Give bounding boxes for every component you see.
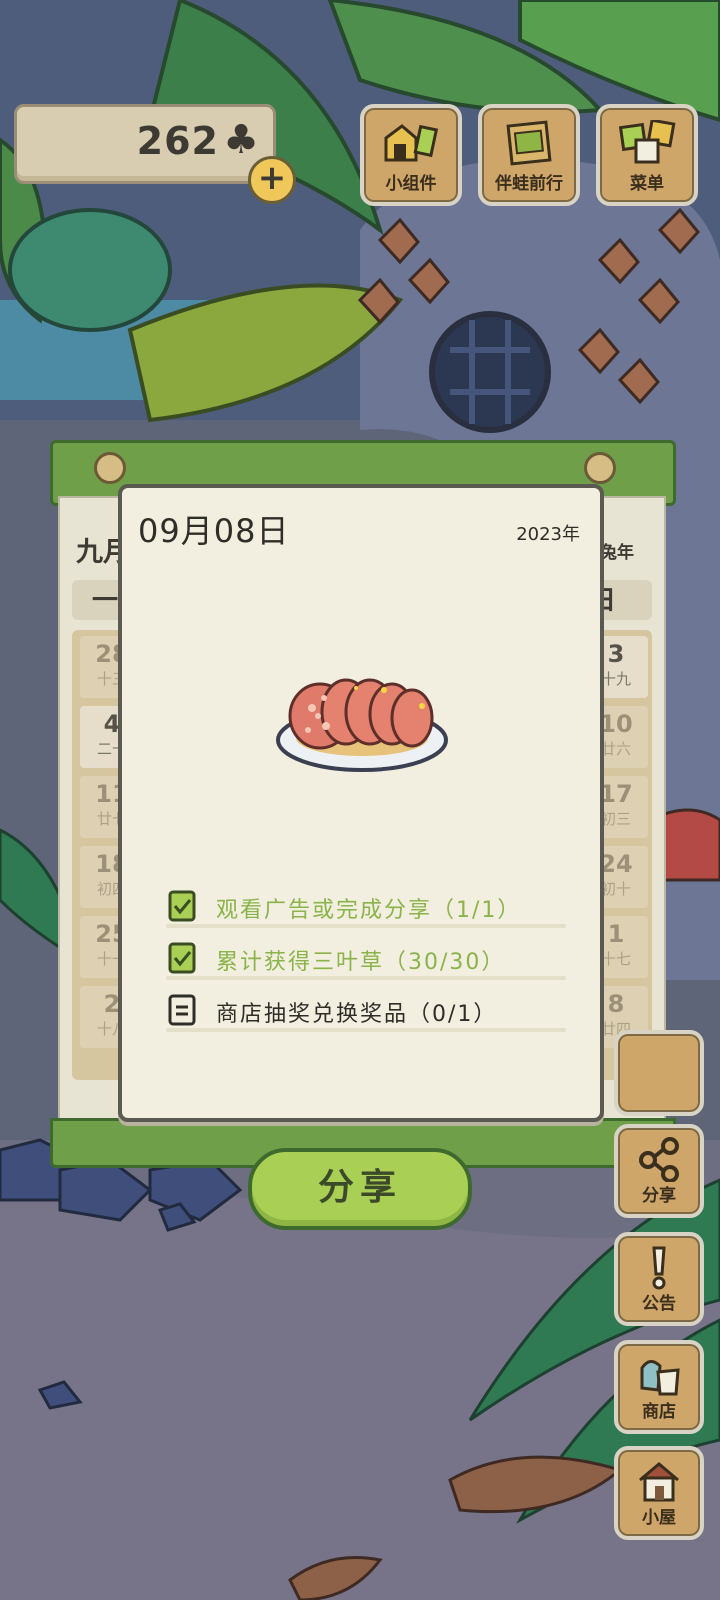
travel-with-frog-label: 伴蛙前行 — [495, 174, 563, 194]
house-button[interactable]: 小屋 — [614, 1446, 704, 1540]
card-date: 09月08日 — [138, 512, 290, 550]
exclamation-icon — [652, 1246, 666, 1290]
weekday-first: 一 — [92, 586, 119, 616]
widget-button[interactable]: 小组件 — [360, 104, 462, 206]
shop-bag-icon — [640, 1360, 680, 1396]
clover-counter: 262 ♣ — [14, 104, 276, 184]
task-underline — [166, 924, 566, 928]
menu-label: 菜单 — [630, 174, 664, 194]
announcement-label: 公告 — [642, 1294, 676, 1314]
share-side-button[interactable]: 分享 — [614, 1124, 704, 1218]
clover-icon: ♣ — [223, 117, 259, 163]
travel-with-frog-button[interactable]: 伴蛙前行 — [478, 104, 580, 206]
task-text: 观看广告或完成分享（1/1） — [216, 898, 522, 923]
widget-label: 小组件 — [385, 174, 437, 194]
calendar-side-button[interactable] — [614, 1030, 704, 1116]
daily-reward-card: 09月08日 2023年 观看广告或完成分享（1/1） 累计获得三叶草（30/3… — [118, 484, 604, 1122]
share-side-label: 分享 — [642, 1186, 676, 1206]
clipboard-icon — [168, 994, 196, 1026]
card-year: 2023年 — [516, 524, 580, 545]
widget-icon — [384, 124, 439, 162]
shop-button[interactable]: 商店 — [614, 1340, 704, 1434]
add-clover-button[interactable]: + — [248, 156, 296, 204]
task-text: 商店抽奖兑换奖品（0/1） — [216, 1002, 498, 1027]
share-button[interactable]: 分享 — [248, 1148, 472, 1230]
house-label: 小屋 — [642, 1508, 676, 1528]
menu-icon — [618, 120, 676, 164]
task-item-collect-clovers: 累计获得三叶草（30/30） — [166, 936, 566, 980]
house-icon — [639, 1462, 679, 1502]
nail-left — [94, 452, 126, 484]
task-underline — [166, 976, 566, 980]
menu-button[interactable]: 菜单 — [596, 104, 698, 206]
task-text: 累计获得三叶草（30/30） — [216, 950, 506, 975]
task-underline — [166, 1028, 566, 1032]
calendar-year-tail: 兔年 — [600, 543, 634, 563]
checked-clipboard-icon — [168, 942, 196, 974]
nail-right — [584, 452, 616, 484]
announcement-button[interactable]: 公告 — [614, 1232, 704, 1326]
share-icon — [639, 1137, 679, 1182]
task-item-watch-ad: 观看广告或完成分享（1/1） — [166, 884, 566, 928]
shop-label: 商店 — [642, 1402, 676, 1422]
map-icon — [506, 120, 552, 166]
sausage-plate-icon — [276, 678, 448, 772]
task-item-shop-lottery: 商店抽奖兑换奖品（0/1） — [166, 988, 566, 1032]
clover-count: 262 — [136, 119, 219, 163]
checked-clipboard-icon — [168, 890, 196, 922]
